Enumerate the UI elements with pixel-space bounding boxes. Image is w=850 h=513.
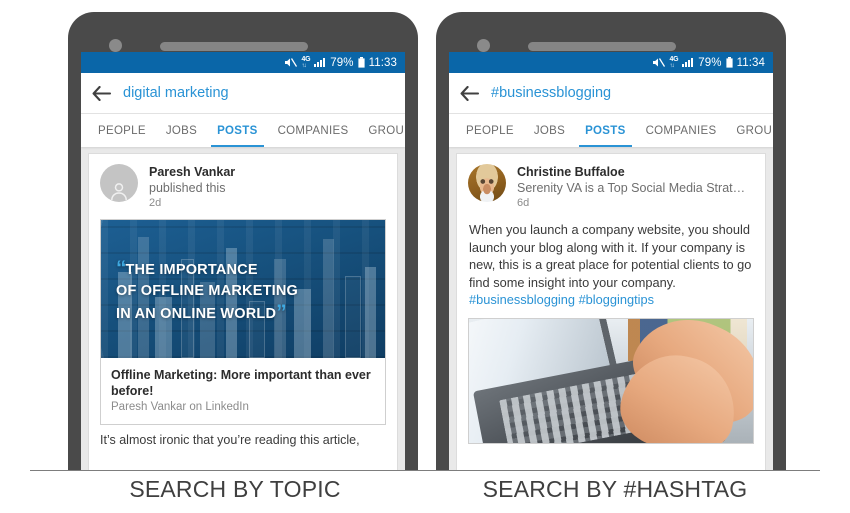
network-type-label: 4G ↑↓ — [301, 55, 311, 69]
article-source: Paresh Vankar on LinkedIn — [111, 401, 249, 413]
post-timestamp: 2d — [149, 197, 162, 209]
post-body: When you launch a company website, you s… — [457, 219, 765, 309]
back-arrow-icon[interactable] — [449, 85, 491, 101]
author-name[interactable]: Paresh Vankar — [149, 164, 235, 180]
back-arrow-icon[interactable] — [81, 85, 123, 101]
tab-companies[interactable]: COMPANIES — [636, 114, 727, 147]
quote-open-icon: “ — [116, 257, 126, 280]
search-bar: digital marketing — [81, 73, 405, 114]
tab-people[interactable]: PEOPLE — [88, 114, 156, 147]
hero-quote-line-2: OF OFFLINE MARKETING — [116, 283, 299, 299]
divider-line — [30, 470, 820, 471]
phone-mockup-right: 4G ↑↓ 79% 11:34 #businessblogging PEOPLE … — [436, 12, 786, 470]
mute-icon — [284, 57, 298, 68]
status-bar: 4G ↑↓ 79% 11:33 — [81, 52, 405, 73]
battery-percent-label: 79% — [698, 56, 722, 69]
clock-label: 11:34 — [736, 56, 765, 69]
post-hero-photo[interactable] — [468, 317, 754, 444]
author-subtitle: published this — [149, 181, 226, 195]
battery-icon — [725, 57, 733, 68]
person-placeholder-icon — [100, 164, 138, 202]
post-hero-quote-image[interactable]: “THE IMPORTANCE OF OFFLINE MARKETING IN … — [100, 219, 386, 358]
author-meta: Paresh Vankar published this 2d — [149, 164, 235, 211]
post-card[interactable]: Christine Buffaloe Serenity VA is a Top … — [456, 153, 766, 470]
author-subtitle: Serenity VA is a Top Social Media Strate… — [517, 181, 749, 195]
tab-jobs[interactable]: JOBS — [524, 114, 575, 147]
article-snippet: It’s almost ironic that you’re reading t… — [100, 433, 360, 447]
signal-bars-icon — [682, 57, 694, 68]
hero-quote-line-1: THE IMPORTANCE — [125, 262, 258, 278]
tab-posts[interactable]: POSTS — [575, 114, 635, 147]
front-camera-icon — [109, 39, 122, 52]
search-query-text[interactable]: digital marketing — [123, 85, 229, 101]
article-preview[interactable]: Offline Marketing: More important than e… — [100, 358, 386, 425]
author-meta: Christine Buffaloe Serenity VA is a Top … — [517, 164, 749, 211]
post-feed: Paresh Vankar published this 2d “THE IMP… — [81, 147, 405, 470]
search-bar: #businessblogging — [449, 73, 773, 114]
post-author-row: Christine Buffaloe Serenity VA is a Top … — [457, 154, 765, 219]
post-body-text: When you launch a company website, you s… — [469, 222, 752, 290]
hero-quote-line-3: IN AN ONLINE WORLD — [116, 306, 277, 322]
tab-posts[interactable]: POSTS — [207, 114, 267, 147]
clock-label: 11:33 — [368, 56, 397, 69]
signal-bars-icon — [314, 57, 326, 68]
post-hashtags[interactable]: #businessblogging #bloggingtips — [469, 292, 654, 307]
author-name[interactable]: Christine Buffaloe — [517, 164, 749, 180]
tab-companies[interactable]: COMPANIES — [268, 114, 359, 147]
post-feed: Christine Buffaloe Serenity VA is a Top … — [449, 147, 773, 470]
status-bar: 4G ↑↓ 79% 11:34 — [449, 52, 773, 73]
front-camera-icon — [477, 39, 490, 52]
hero-quote-text: “THE IMPORTANCE OF OFFLINE MARKETING IN … — [116, 258, 377, 325]
earpiece-speaker — [160, 42, 308, 51]
tab-jobs[interactable]: JOBS — [156, 114, 207, 147]
tab-people[interactable]: PEOPLE — [456, 114, 524, 147]
search-result-tabs: PEOPLE JOBS POSTS COMPANIES GROU — [449, 114, 773, 147]
battery-percent-label: 79% — [330, 56, 354, 69]
earpiece-speaker — [528, 42, 676, 51]
post-author-row: Paresh Vankar published this 2d — [89, 154, 397, 219]
phone-mockup-left: 4G ↑↓ 79% 11:33 digital marketing PEOPLE … — [68, 12, 418, 470]
battery-icon — [357, 57, 365, 68]
phone-screen-right: 4G ↑↓ 79% 11:34 #businessblogging PEOPLE … — [449, 52, 773, 470]
network-type-label: 4G ↑↓ — [669, 55, 679, 69]
search-result-tabs: PEOPLE JOBS POSTS COMPANIES GROU — [81, 114, 405, 147]
avatar[interactable] — [468, 164, 506, 202]
phone-screen-left: 4G ↑↓ 79% 11:33 digital marketing PEOPLE … — [81, 52, 405, 470]
caption-search-by-hashtag: SEARCH BY #HASHTAG — [482, 476, 748, 502]
search-query-text[interactable]: #businessblogging — [491, 85, 611, 101]
post-card[interactable]: Paresh Vankar published this 2d “THE IMP… — [88, 153, 398, 470]
post-timestamp: 6d — [517, 197, 530, 209]
quote-close-icon: ” — [276, 301, 286, 324]
tab-groups[interactable]: GROU — [358, 114, 405, 147]
article-title: Offline Marketing: More important than e… — [111, 368, 371, 398]
tab-groups[interactable]: GROU — [726, 114, 773, 147]
mute-icon — [652, 57, 666, 68]
